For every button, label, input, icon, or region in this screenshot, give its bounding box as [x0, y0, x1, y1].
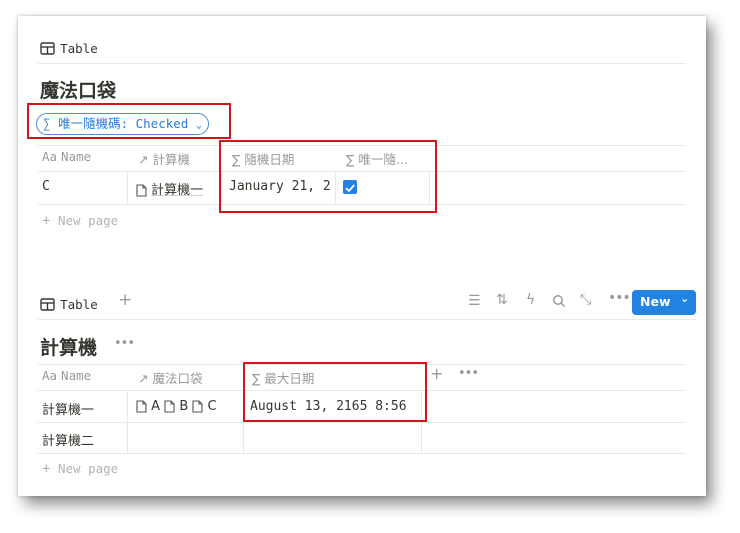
plus-icon: +	[42, 461, 51, 477]
new-button[interactable]: New ⌄	[632, 290, 696, 315]
highlight-box	[219, 140, 437, 213]
page-icon	[192, 400, 203, 413]
new-button-label: New	[640, 294, 671, 309]
search-icon[interactable]	[552, 293, 566, 312]
page-icon	[136, 184, 147, 197]
new-page-row[interactable]: + New page	[42, 461, 118, 477]
plus-icon: +	[42, 213, 51, 229]
database-title: 計算機	[40, 337, 98, 359]
table-view-tab[interactable]: Table	[40, 294, 98, 313]
relation-cell[interactable]: A B C	[136, 399, 242, 414]
divider	[38, 319, 696, 320]
table-icon	[40, 42, 55, 55]
text-type-icon: Aa	[42, 368, 58, 383]
filter-icon[interactable]: ☰	[468, 293, 481, 309]
more-icon[interactable]: •••	[114, 336, 135, 351]
table-view-tab[interactable]: Table	[40, 38, 98, 57]
more-icon[interactable]: •••	[458, 366, 479, 381]
divider	[38, 422, 686, 423]
chevron-down-icon: ⌄	[680, 292, 690, 305]
row-name[interactable]: 計算機二	[42, 430, 94, 449]
column-header-name[interactable]: Aa Name	[42, 149, 91, 164]
arrow-up-right-icon: ↗	[138, 371, 149, 386]
row-name[interactable]: C	[42, 179, 50, 194]
page-card: Table 魔法口袋 ∑ 唯一隨機碼: Checked ⌄ Aa Name ↗ …	[18, 16, 706, 496]
expand-icon[interactable]: ⤡	[580, 292, 591, 308]
lightning-icon[interactable]: ϟ	[526, 292, 535, 308]
cell-divider	[127, 172, 128, 204]
add-view-plus-icon[interactable]: +	[118, 290, 132, 310]
column-header-relation[interactable]: ↗ 魔法口袋	[138, 368, 202, 387]
column-header-name[interactable]: Aa Name	[42, 368, 91, 383]
row-name[interactable]: 計算機一	[42, 399, 94, 418]
relation-cell[interactable]: 計算機一	[136, 179, 216, 198]
page-icon	[164, 400, 175, 413]
divider	[38, 453, 686, 454]
sort-icon[interactable]: ⇅	[496, 292, 508, 308]
new-page-row[interactable]: + New page	[42, 213, 118, 229]
divider	[38, 63, 686, 64]
highlight-box	[243, 362, 427, 422]
page-icon	[136, 400, 147, 413]
more-icon[interactable]: •••	[608, 290, 631, 306]
column-header-relation[interactable]: ↗ 計算機	[138, 149, 190, 168]
view-tab-label: Table	[60, 41, 98, 56]
table-icon	[40, 298, 55, 311]
view-tab-label: Table	[60, 297, 98, 312]
highlight-box	[27, 103, 231, 139]
database-title: 魔法口袋	[40, 80, 117, 102]
text-type-icon: Aa	[42, 149, 58, 164]
arrow-up-right-icon: ↗	[138, 152, 149, 167]
add-property-plus-icon[interactable]: +	[430, 364, 443, 383]
